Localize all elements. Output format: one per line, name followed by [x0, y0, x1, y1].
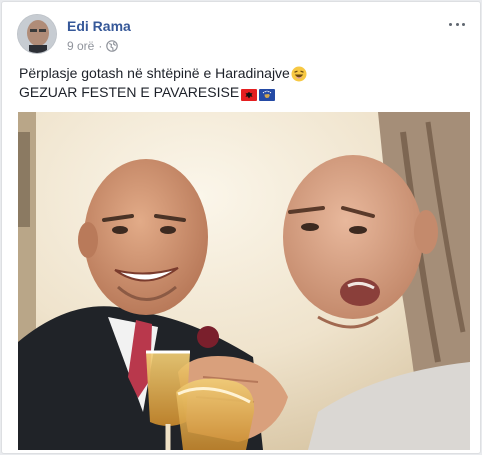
author-name-link[interactable]: Edi Rama [67, 18, 131, 34]
post-text-line-2: GEZUAR FESTEN E PAVARESISE [19, 84, 240, 100]
post-header: Edi Rama 9 orë · [17, 14, 469, 58]
post-text-line-1: Përplasje gotash në shtëpinë e Haradinaj… [19, 65, 290, 81]
albania-flag-icon [241, 87, 258, 101]
post-card: Edi Rama 9 orë · Përplasje gotash në sht… [1, 1, 481, 454]
post-timestamp[interactable]: 9 orë [67, 39, 94, 53]
meta-separator: · [98, 39, 103, 53]
more-options-icon[interactable] [445, 16, 469, 32]
post-photo[interactable] [18, 112, 470, 450]
post-text: Përplasje gotash në shtëpinë e Haradinaj… [19, 64, 465, 102]
laughing-face-emoji [291, 66, 307, 82]
globe-icon[interactable] [106, 40, 119, 52]
post-meta: 9 orë · [67, 39, 119, 53]
kosovo-flag-icon [259, 87, 276, 101]
avatar[interactable] [17, 14, 57, 54]
